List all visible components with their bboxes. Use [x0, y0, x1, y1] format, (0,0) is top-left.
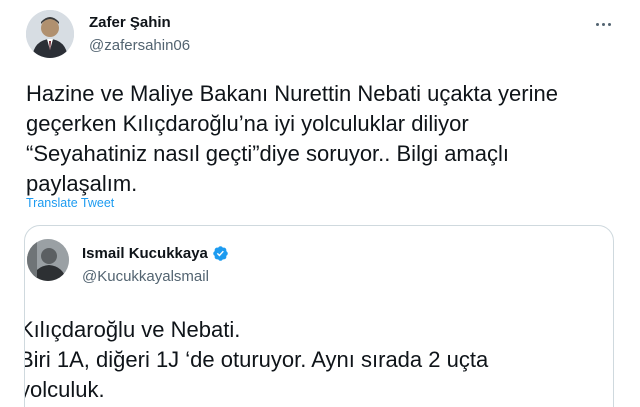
tweet-text-line: Hazine ve Maliye Bakanı Nurettin Nebati …: [26, 81, 558, 106]
tweet-text-line: paylaşalım.: [26, 171, 138, 196]
author-name[interactable]: Zafer Şahin: [89, 14, 171, 31]
quoted-author-avatar-image: [27, 239, 69, 281]
author-handle[interactable]: @zafersahin06: [89, 37, 190, 54]
quoted-author-name[interactable]: Ismail Kucukkaya: [82, 245, 208, 262]
translate-tweet-link[interactable]: Translate Tweet: [26, 196, 114, 210]
quoted-tweet[interactable]: Ismail Kucukkaya @Kucukkayalsmail Kılıçd…: [24, 225, 614, 407]
tweet-text-line: geçerken Kılıçdaroğlu’na iyi yolculuklar…: [26, 111, 469, 136]
tweet-card[interactable]: Zafer Şahin @zafersahin06 Hazine ve Mali…: [0, 0, 640, 407]
tweet-text: Hazine ve Maliye Bakanı Nurettin Nebati …: [26, 79, 616, 199]
quoted-author-name-row: Ismail Kucukkaya: [82, 245, 229, 262]
quoted-text-line: Biri 1A, diğeri 1J ‘de oturuyor. Aynı sı…: [24, 347, 489, 372]
quoted-text-line: yolculuk.: [24, 377, 105, 402]
quoted-tweet-text: Kılıçdaroğlu ve Nebati. Biri 1A, diğeri …: [24, 315, 613, 405]
verified-badge-icon: [213, 246, 228, 261]
quoted-text-line: Kılıçdaroğlu ve Nebati.: [24, 317, 241, 342]
more-options-button[interactable]: [586, 14, 620, 34]
tweet-text-line: “Seyahatiniz nasıl geçti”diye soruyor.. …: [26, 141, 509, 166]
author-avatar[interactable]: [26, 10, 74, 58]
author-avatar-image: [26, 10, 74, 58]
more-horizontal-icon: [595, 22, 599, 26]
quoted-author-handle[interactable]: @Kucukkayalsmail: [82, 268, 209, 285]
quoted-author-avatar[interactable]: [27, 239, 69, 281]
more-horizontal-icon-dot-3: [607, 22, 611, 26]
more-horizontal-icon-dot-2: [601, 22, 605, 26]
